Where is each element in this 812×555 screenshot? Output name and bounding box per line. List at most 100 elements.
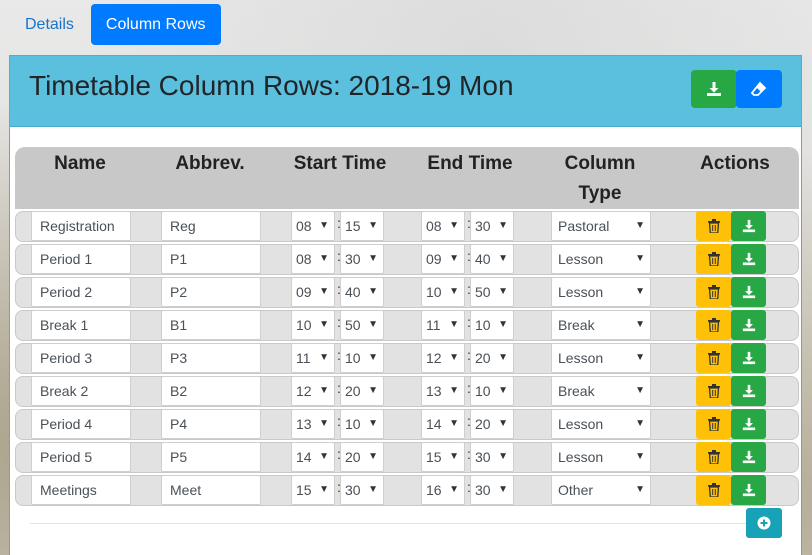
save-row-button[interactable] <box>731 244 766 274</box>
end-minute-select[interactable]: 20 ▼ <box>470 343 514 373</box>
save-row-button[interactable] <box>731 277 766 307</box>
name-field[interactable]: Period 1 <box>31 244 131 274</box>
end-hour-select[interactable]: 14 ▼ <box>421 409 465 439</box>
end-hour-select[interactable]: 13 ▼ <box>421 376 465 406</box>
abbrev-field[interactable]: Reg <box>161 211 261 241</box>
start-hour-select[interactable]: 08 ▼ <box>291 244 335 274</box>
chevron-down-icon: ▼ <box>368 253 378 264</box>
save-row-button[interactable] <box>731 310 766 340</box>
end-minute-select[interactable]: 50 ▼ <box>470 277 514 307</box>
save-row-button[interactable] <box>731 211 766 241</box>
delete-row-button[interactable] <box>696 211 731 241</box>
end-hour-value: 15 <box>426 449 442 465</box>
start-hour-select[interactable]: 12 ▼ <box>291 376 335 406</box>
abbrev-field[interactable]: P3 <box>161 343 261 373</box>
name-field[interactable]: Break 1 <box>31 310 131 340</box>
start-hour-select[interactable]: 11 ▼ <box>291 343 335 373</box>
name-field[interactable]: Period 3 <box>31 343 131 373</box>
header-download-button[interactable] <box>691 70 737 108</box>
table-row: Period 1 P1 08 ▼:30 ▼ 09 ▼:40 ▼ Lesson ▼ <box>15 244 799 275</box>
start-hour-select[interactable]: 15 ▼ <box>291 475 335 505</box>
name-field[interactable]: Period 4 <box>31 409 131 439</box>
start-minute-select[interactable]: 20 ▼ <box>340 376 384 406</box>
delete-row-button[interactable] <box>696 244 731 274</box>
chevron-down-icon: ▼ <box>368 352 378 363</box>
end-minute-select[interactable]: 10 ▼ <box>470 376 514 406</box>
column-type-select[interactable]: Pastoral ▼ <box>551 211 651 241</box>
end-hour-select[interactable]: 10 ▼ <box>421 277 465 307</box>
save-row-button[interactable] <box>731 442 766 472</box>
start-hour-select[interactable]: 13 ▼ <box>291 409 335 439</box>
start-minute-select[interactable]: 20 ▼ <box>340 442 384 472</box>
name-field[interactable]: Break 2 <box>31 376 131 406</box>
name-field[interactable]: Period 5 <box>31 442 131 472</box>
column-type-select[interactable]: Lesson ▼ <box>551 442 651 472</box>
start-minute-select[interactable]: 30 ▼ <box>340 244 384 274</box>
end-hour-select[interactable]: 09 ▼ <box>421 244 465 274</box>
delete-row-button[interactable] <box>696 343 731 373</box>
abbrev-field[interactable]: Meet <box>161 475 261 505</box>
end-minute-select[interactable]: 30 ▼ <box>470 211 514 241</box>
start-minute-select[interactable]: 30 ▼ <box>340 475 384 505</box>
delete-row-button[interactable] <box>696 310 731 340</box>
abbrev-field[interactable]: P4 <box>161 409 261 439</box>
column-type-select[interactable]: Break ▼ <box>551 376 651 406</box>
end-minute-select[interactable]: 30 ▼ <box>470 442 514 472</box>
start-hour-select[interactable]: 10 ▼ <box>291 310 335 340</box>
column-type-select[interactable]: Lesson ▼ <box>551 343 651 373</box>
start-minute-select[interactable]: 50 ▼ <box>340 310 384 340</box>
end-hour-select[interactable]: 15 ▼ <box>421 442 465 472</box>
abbrev-field[interactable]: P5 <box>161 442 261 472</box>
start-minute-select[interactable]: 10 ▼ <box>340 409 384 439</box>
delete-row-button[interactable] <box>696 409 731 439</box>
end-hour-select[interactable]: 11 ▼ <box>421 310 465 340</box>
save-row-button[interactable] <box>731 376 766 406</box>
abbrev-field[interactable]: P1 <box>161 244 261 274</box>
end-minute-select[interactable]: 20 ▼ <box>470 409 514 439</box>
start-minute-select[interactable]: 15 ▼ <box>340 211 384 241</box>
end-minute-select[interactable]: 40 ▼ <box>470 244 514 274</box>
column-type-select[interactable]: Lesson ▼ <box>551 244 651 274</box>
delete-row-button[interactable] <box>696 277 731 307</box>
start-minute-select[interactable]: 10 ▼ <box>340 343 384 373</box>
end-hour-select[interactable]: 08 ▼ <box>421 211 465 241</box>
start-hour-select[interactable]: 09 ▼ <box>291 277 335 307</box>
save-row-button[interactable] <box>731 409 766 439</box>
delete-row-button[interactable] <box>696 376 731 406</box>
column-type-select[interactable]: Lesson ▼ <box>551 409 651 439</box>
end-minute-value: 10 <box>475 317 491 333</box>
trash-icon <box>707 483 720 497</box>
column-type-select[interactable]: Other ▼ <box>551 475 651 505</box>
end-hour-select[interactable]: 12 ▼ <box>421 343 465 373</box>
chevron-down-icon: ▼ <box>498 286 508 297</box>
add-row-button[interactable] <box>746 508 782 538</box>
table-header: Name Abbrev. Start Time End Time Column … <box>15 147 799 209</box>
abbrev-field[interactable]: B1 <box>161 310 261 340</box>
abbrev-field[interactable]: B2 <box>161 376 261 406</box>
download-icon <box>742 285 755 299</box>
download-icon <box>742 384 755 398</box>
end-minute-select[interactable]: 30 ▼ <box>470 475 514 505</box>
name-field[interactable]: Registration <box>31 211 131 241</box>
start-hour-select[interactable]: 08 ▼ <box>291 211 335 241</box>
chevron-down-icon: ▼ <box>368 451 378 462</box>
header-eraser-button[interactable] <box>736 70 782 108</box>
name-field[interactable]: Meetings <box>31 475 131 505</box>
download-icon <box>742 219 755 233</box>
start-hour-select[interactable]: 14 ▼ <box>291 442 335 472</box>
column-type-select[interactable]: Break ▼ <box>551 310 651 340</box>
name-field[interactable]: Period 2 <box>31 277 131 307</box>
end-minute-select[interactable]: 10 ▼ <box>470 310 514 340</box>
save-row-button[interactable] <box>731 343 766 373</box>
start-minute-select[interactable]: 40 ▼ <box>340 277 384 307</box>
tab-column-rows[interactable]: Column Rows <box>90 4 221 45</box>
abbrev-field[interactable]: P2 <box>161 277 261 307</box>
end-minute-value: 30 <box>475 449 491 465</box>
delete-row-button[interactable] <box>696 475 731 505</box>
end-hour-select[interactable]: 16 ▼ <box>421 475 465 505</box>
delete-row-button[interactable] <box>696 442 731 472</box>
column-type-value: Lesson <box>558 449 604 465</box>
save-row-button[interactable] <box>731 475 766 505</box>
tab-details[interactable]: Details <box>10 4 89 45</box>
column-type-select[interactable]: Lesson ▼ <box>551 277 651 307</box>
